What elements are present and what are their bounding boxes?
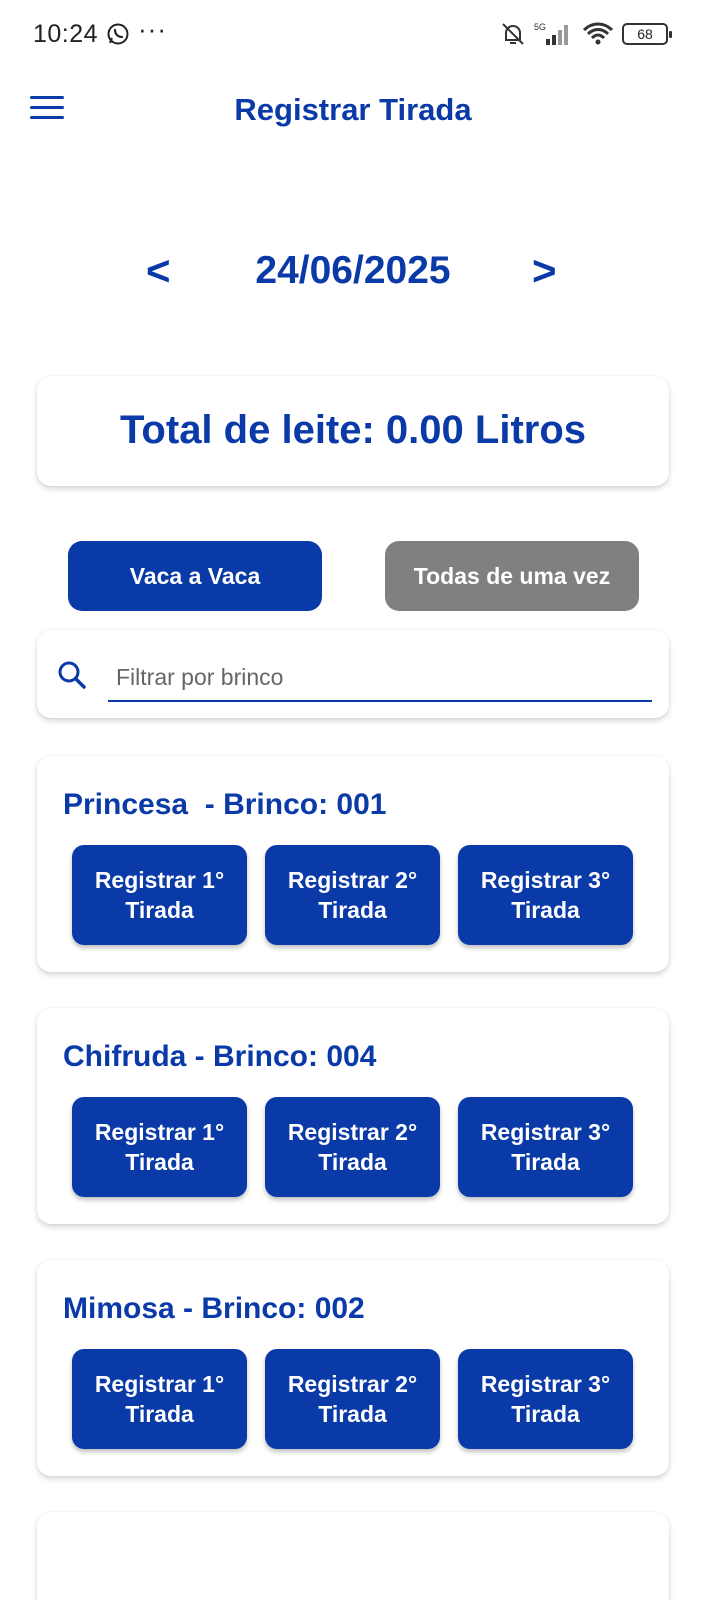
battery-level: 68: [637, 26, 653, 42]
cow-title: Princesa - Brinco: 001: [63, 788, 387, 821]
cow-title: Mimosa - Brinco: 002: [63, 1292, 365, 1325]
button-label-line1: Registrar 2°: [287, 1371, 418, 1397]
register-3rd-milking-button[interactable]: Registrar 3° Tirada: [458, 845, 633, 945]
search-icon: [58, 661, 86, 689]
more-notifications-icon: ···: [138, 14, 167, 44]
button-label-line2: Tirada: [318, 1149, 387, 1175]
search-card: [37, 630, 669, 718]
button-label-line1: Registrar 1°: [94, 1371, 225, 1397]
button-label-line2: Tirada: [318, 897, 387, 923]
button-label-line2: Tirada: [511, 1401, 580, 1427]
button-label-line1: Registrar 1°: [94, 867, 225, 893]
register-2nd-milking-button[interactable]: Registrar 2° Tirada: [265, 1097, 440, 1197]
button-label-line2: Tirada: [125, 1149, 194, 1175]
wifi-icon: [582, 22, 614, 45]
signal-5g-icon: 5G: [534, 22, 568, 45]
button-label-line1: Registrar 1°: [94, 1119, 225, 1145]
button-label-line1: Registrar 3°: [480, 867, 611, 893]
status-time: 10:24: [33, 20, 99, 48]
cow-card: Mimosa - Brinco: 002 Registrar 1° Tirada…: [37, 1260, 669, 1476]
battery-icon: 68: [622, 23, 672, 45]
cow-card: Princesa - Brinco: 001 Registrar 1° Tira…: [37, 756, 669, 972]
cow-title: Chifruda - Brinco: 004: [63, 1040, 377, 1073]
register-1st-milking-button[interactable]: Registrar 1° Tirada: [72, 1349, 247, 1449]
cow-card: Chifruda - Brinco: 004 Registrar 1° Tira…: [37, 1008, 669, 1224]
status-icons: 5G 68: [500, 20, 672, 48]
button-label-line2: Tirada: [511, 1149, 580, 1175]
button-label-line1: Registrar 2°: [287, 867, 418, 893]
button-label-line2: Tirada: [318, 1401, 387, 1427]
filter-by-tag-input[interactable]: [108, 654, 652, 702]
register-1st-milking-button[interactable]: Registrar 1° Tirada: [72, 845, 247, 945]
svg-text:5G: 5G: [534, 22, 546, 32]
cow-card-partial: [37, 1512, 669, 1600]
button-label-line2: Tirada: [125, 1401, 194, 1427]
button-label-line2: Tirada: [125, 897, 194, 923]
register-2nd-milking-button[interactable]: Registrar 2° Tirada: [265, 845, 440, 945]
total-milk-text: Total de leite: 0.00 Litros: [119, 408, 587, 452]
screen: 10:24 ··· 5G 68 Registrar Tirada < 24/06…: [0, 0, 720, 1600]
mode-all-at-once-button[interactable]: Todas de uma vez: [385, 541, 639, 611]
register-3rd-milking-button[interactable]: Registrar 3° Tirada: [458, 1349, 633, 1449]
button-label-line1: Registrar 3°: [480, 1371, 611, 1397]
status-bar: 10:24 ··· 5G 68: [0, 0, 720, 68]
register-2nd-milking-button[interactable]: Registrar 2° Tirada: [265, 1349, 440, 1449]
button-label-line2: Tirada: [511, 897, 580, 923]
bell-muted-icon: [502, 23, 524, 45]
next-date-button[interactable]: >: [532, 246, 557, 296]
total-card: Total de leite: 0.00 Litros: [37, 376, 669, 486]
mode-cow-by-cow-button[interactable]: Vaca a Vaca: [68, 541, 322, 611]
button-label-line1: Registrar 3°: [480, 1119, 611, 1145]
button-label-line1: Registrar 2°: [287, 1119, 418, 1145]
page-title: Registrar Tirada: [234, 92, 472, 127]
register-3rd-milking-button[interactable]: Registrar 3° Tirada: [458, 1097, 633, 1197]
register-1st-milking-button[interactable]: Registrar 1° Tirada: [72, 1097, 247, 1197]
whatsapp-icon: [107, 23, 129, 45]
current-date: 24/06/2025: [255, 249, 451, 292]
